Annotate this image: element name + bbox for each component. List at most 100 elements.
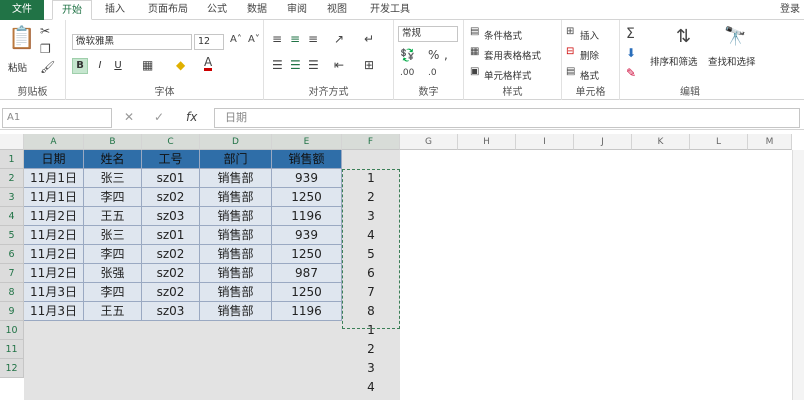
login-link[interactable]: 登录 (780, 0, 800, 20)
table-cell[interactable]: 11月3日 (24, 283, 84, 302)
column-f-cell[interactable]: 1 (342, 169, 400, 188)
table-cell[interactable]: 1196 (272, 207, 342, 226)
column-header-h[interactable]: H (458, 134, 516, 150)
table-cell[interactable]: 11月2日 (24, 207, 84, 226)
column-header-i[interactable]: I (516, 134, 574, 150)
table-cell[interactable]: 销售部 (200, 245, 272, 264)
row-header-6[interactable]: 6 (0, 245, 24, 264)
formula-input[interactable]: 日期 (214, 108, 800, 128)
row-header-9[interactable]: 9 (0, 302, 24, 321)
column-header-l[interactable]: L (690, 134, 748, 150)
table-cell[interactable]: 939 (272, 226, 342, 245)
table-cell[interactable]: 11月3日 (24, 302, 84, 321)
table-cell[interactable]: 销售部 (200, 169, 272, 188)
table-cell[interactable]: 1250 (272, 283, 342, 302)
decrease-font-icon[interactable]: A˅ (248, 34, 260, 45)
table-cell[interactable]: 11月2日 (24, 264, 84, 283)
name-box[interactable]: A1 (2, 108, 112, 128)
copy-icon[interactable]: ❐ (40, 42, 51, 56)
table-cell[interactable]: 销售部 (200, 302, 272, 321)
tab-file[interactable]: 文件 (0, 0, 44, 20)
column-header-c[interactable]: C (142, 134, 200, 150)
table-cell[interactable]: 销售部 (200, 226, 272, 245)
column-f-cell[interactable]: 1 (342, 321, 400, 340)
tab-review[interactable]: 审阅 (280, 0, 314, 20)
align-middle-icon[interactable]: ≡ (290, 32, 300, 46)
insert-function-icon[interactable]: fx (186, 110, 197, 124)
column-f-cell[interactable]: 4 (342, 378, 400, 397)
delete-cells-icon[interactable]: ⊟ (566, 46, 574, 57)
table-cell[interactable]: 1250 (272, 188, 342, 207)
table-cell[interactable]: sz02 (142, 264, 200, 283)
tab-formulas[interactable]: 公式 (200, 0, 234, 20)
row-header-1[interactable]: 1 (0, 150, 24, 169)
format-cells-button[interactable]: 格式 (580, 68, 599, 82)
column-f-cell[interactable]: 6 (342, 264, 400, 283)
paste-icon[interactable]: 📋 (8, 26, 35, 51)
table-cell[interactable]: 11月1日 (24, 169, 84, 188)
font-color-icon[interactable]: A (204, 56, 213, 71)
table-cell[interactable]: 1196 (272, 302, 342, 321)
table-header-cell[interactable]: 部门 (200, 150, 272, 169)
table-cell[interactable]: 1250 (272, 245, 342, 264)
sort-filter-button[interactable]: 排序和筛选 (650, 54, 698, 68)
column-header-j[interactable]: J (574, 134, 632, 150)
table-header-cell[interactable]: 工号 (142, 150, 200, 169)
bold-button[interactable]: B (72, 58, 88, 74)
column-header-k[interactable]: K (632, 134, 690, 150)
wrap-text-icon[interactable]: ↵ (364, 32, 374, 46)
enter-icon[interactable]: ✓ (154, 110, 164, 124)
table-cell[interactable]: 张三 (84, 169, 142, 188)
cut-icon[interactable]: ✂ (40, 24, 50, 38)
column-header-b[interactable]: B (84, 134, 142, 150)
format-table-icon[interactable]: ▦ (470, 46, 479, 57)
insert-cells-button[interactable]: 插入 (580, 28, 599, 42)
table-cell[interactable]: 李四 (84, 283, 142, 302)
align-center-icon[interactable]: ☰ (290, 58, 301, 72)
worksheet-grid[interactable]: ABCDEFGHIJKLM 1 2 3 4 5 6 7 8 9 10 11 12 日期 姓名 工号 部门 销售… (0, 134, 804, 400)
fill-color-icon[interactable]: ◆ (176, 58, 185, 72)
table-cell[interactable]: sz03 (142, 302, 200, 321)
select-all-corner[interactable] (0, 134, 24, 150)
underline-button[interactable]: U (110, 58, 126, 74)
cell-styles-icon[interactable]: ▣ (470, 66, 479, 77)
column-header-m[interactable]: M (748, 134, 792, 150)
column-f-cell[interactable]: 4 (342, 226, 400, 245)
table-cell[interactable]: sz01 (142, 169, 200, 188)
font-name-select[interactable]: 微软雅黑 (72, 34, 192, 50)
row-header-7[interactable]: 7 (0, 264, 24, 283)
table-cell[interactable]: sz02 (142, 283, 200, 302)
tab-view[interactable]: 视图 (320, 0, 354, 20)
tab-home[interactable]: 开始 (52, 0, 92, 20)
table-cell[interactable]: sz01 (142, 226, 200, 245)
row-header-10[interactable]: 10 (0, 321, 24, 340)
increase-decimal-icon[interactable]: .00 (400, 68, 414, 78)
tab-page-layout[interactable]: 页面布局 (140, 0, 196, 20)
border-icon[interactable]: ▦ (142, 58, 153, 72)
decrease-decimal-icon[interactable]: .0 (428, 68, 437, 78)
table-cell[interactable]: 李四 (84, 245, 142, 264)
table-cell[interactable]: 张强 (84, 264, 142, 283)
table-cell[interactable]: 11月2日 (24, 226, 84, 245)
row-header-5[interactable]: 5 (0, 226, 24, 245)
table-cell[interactable]: 销售部 (200, 188, 272, 207)
fill-icon[interactable]: ⬇ (626, 46, 636, 60)
percent-icon[interactable]: % (428, 48, 439, 62)
find-select-icon[interactable]: 🔭 (724, 26, 746, 47)
table-cell[interactable]: sz02 (142, 188, 200, 207)
column-header-a[interactable]: A (24, 134, 84, 150)
column-f-cell[interactable]: 3 (342, 359, 400, 378)
column-f-cell[interactable]: 3 (342, 207, 400, 226)
align-right-icon[interactable]: ☰ (308, 58, 319, 72)
tab-data[interactable]: 数据 (240, 0, 274, 20)
find-select-button[interactable]: 查找和选择 (708, 54, 756, 68)
merge-center-icon[interactable]: ⊞ (364, 58, 374, 72)
cancel-icon[interactable]: ✕ (124, 110, 134, 124)
column-f-cell[interactable]: 2 (342, 340, 400, 359)
format-cells-icon[interactable]: ▤ (566, 66, 575, 77)
tab-developer[interactable]: 开发工具 (362, 0, 418, 20)
comma-icon[interactable]: , (444, 48, 448, 62)
table-cell[interactable]: 11月2日 (24, 245, 84, 264)
cell-styles-button[interactable]: 单元格样式 (484, 68, 532, 82)
table-cell[interactable]: 11月1日 (24, 188, 84, 207)
